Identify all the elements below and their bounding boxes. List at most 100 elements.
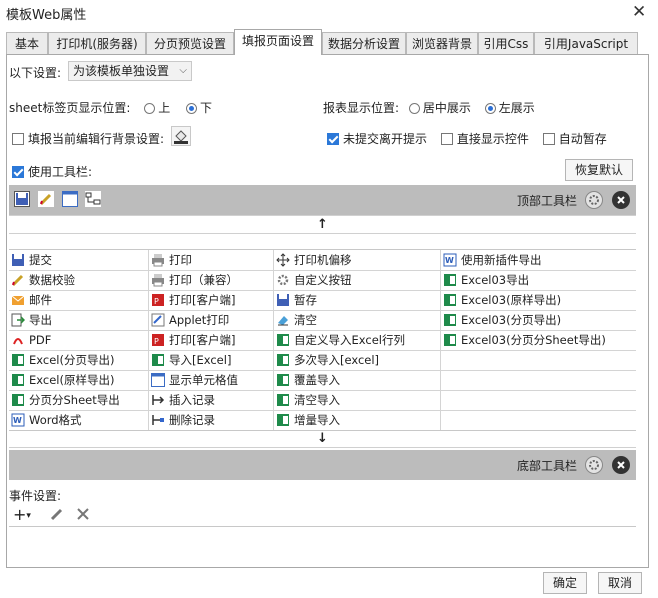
tab-javascript[interactable]: 引用JavaScript [534,32,638,54]
toolbar-button-option[interactable]: W 使用新插件导出 [443,250,542,270]
excel-icon [277,374,289,386]
toolbar-button-option[interactable]: 删除记录 [151,410,215,430]
toolbar-button-label: 清空 [294,313,317,327]
toolbar-button-option[interactable]: 多次导入[excel] [276,350,379,370]
toolbar-button-option[interactable]: Excel03(原样导出) [443,290,561,310]
toolbar-button-option[interactable]: Excel(原样导出) [11,370,114,390]
show-control-checkbox[interactable] [440,133,453,145]
toolbar-button-option[interactable]: Excel03导出 [443,270,529,290]
tab-basic[interactable]: 基本 [6,32,48,54]
radio-sheet-top[interactable]: 上 [144,101,170,115]
fill-bg-row: 填报当前编辑行背景设置: [12,130,164,147]
toolbar-button-label: 插入记录 [169,393,215,407]
unsubmitted-row: 未提交离开提示 直接显示控件 自动暂存 [327,130,607,147]
pencil-icon [11,274,24,287]
toolbar-button-label: 显示单元格值 [169,373,238,387]
sheet-pos-label: sheet标签页显示位置: [9,101,131,115]
toolbar-button-option[interactable]: 导出 [11,310,52,330]
fill-bg-label: 填报当前编辑行背景设置: [28,132,165,146]
toolbar-button-label: Excel03导出 [461,273,530,287]
toolbar-button-option[interactable]: 邮件 [11,290,52,310]
edit-icon[interactable] [49,506,65,525]
gear-icon[interactable] [585,456,603,474]
toolbar-button-option[interactable]: W Word格式 [11,410,82,430]
toolbar-button-option[interactable]: 清空导入 [276,390,340,410]
add-icon[interactable]: +▾ [13,505,31,524]
events-list[interactable] [9,526,636,567]
applet-icon [151,313,165,327]
fill-bg-checkbox[interactable] [12,133,24,145]
gear-icon[interactable] [585,191,603,209]
unsubmitted-checkbox[interactable] [327,133,339,145]
delete-row-icon [152,415,164,425]
toolbar-button-option[interactable]: 增量导入 [276,410,340,430]
toolbar-button-option[interactable]: P 打印[客户端] [151,290,235,310]
move-down-arrow[interactable]: ↓ [9,430,636,448]
pencil-icon[interactable] [37,191,54,207]
tab-bar: 基本 打印机(服务器) 分页预览设置 填报页面设置 数据分析设置 浏览器背景 引… [6,29,650,55]
toolbar-button-label: PDF [29,333,52,347]
toolbar-button-option[interactable]: 清空 [276,310,317,330]
autosave-checkbox[interactable] [542,133,555,145]
toolbar-button-option[interactable]: 打印（兼容） [151,270,238,290]
top-toolbar-label: 顶部工具栏 [517,194,578,208]
close-icon[interactable]: ✕ [632,2,646,22]
tab-printer-server[interactable]: 打印机(服务器) [48,32,146,54]
toolbar-button-label: 数据校验 [29,273,75,287]
tab-data-analysis[interactable]: 数据分析设置 [322,32,406,54]
window-icon[interactable] [61,191,78,207]
excel-icon [277,334,289,346]
tab-css[interactable]: 引用Css [478,32,534,54]
paint-bucket-icon[interactable] [171,126,191,146]
available-buttons-grid: 提交数据校验邮件导出 PDF Excel(分页导出) Excel(原样导出) 分页分Sh… [9,249,636,431]
radio-report-center[interactable]: 居中展示 [408,101,471,115]
window-title: 模板Web属性 [6,8,87,23]
delete-icon[interactable] [75,506,91,525]
toolbar-button-option[interactable]: 打印机偏移 [276,250,352,270]
save-icon[interactable] [14,191,30,207]
excel-icon [277,354,289,366]
top-toolbar-band: 顶部工具栏 [9,185,636,215]
tree-icon[interactable] [85,191,102,207]
toolbar-button-option[interactable]: P 打印[客户端] [151,330,235,350]
tab-fill-page[interactable]: 填报页面设置 [234,29,322,55]
close-circle-icon[interactable] [612,191,630,209]
toolbar-button-option[interactable]: 覆盖导入 [276,370,340,390]
toolbar-button-label: 自定义按钮 [294,273,352,287]
toolbar-button-option[interactable]: Excel03(分页导出) [443,310,561,330]
toolbar-button-option[interactable]: 暂存 [276,290,317,310]
toolbar-button-label: Excel03(原样导出) [461,293,562,307]
scope-select[interactable]: 为该模板单独设置 ⌵ [68,61,192,81]
toolbar-button-label: 邮件 [29,293,52,307]
toolbar-button-option[interactable]: 打印 [151,250,192,270]
tab-page-preview[interactable]: 分页预览设置 [146,32,234,54]
eraser-icon [278,316,288,326]
toolbar-button-option[interactable]: 自定义导入Excel行列 [276,330,405,350]
toolbar-button-label: 清空导入 [294,393,340,407]
toolbar-button-option[interactable]: 导入[Excel] [151,350,231,370]
ok-button[interactable]: 确定 [543,572,587,594]
toolbar-button-option[interactable]: 插入记录 [151,390,215,410]
toolbar-button-option[interactable]: 提交 [11,250,52,270]
toolbar-button-label: 打印[客户端] [169,293,236,307]
toolbar-button-option[interactable]: 自定义按钮 [276,270,352,290]
cancel-button[interactable]: 取消 [598,572,642,594]
use-toolbar-checkbox[interactable] [12,166,24,178]
printer-icon [152,274,164,287]
tab-browser-bg[interactable]: 浏览器背景 [406,32,478,54]
toolbar-button-label: 使用新插件导出 [461,253,542,267]
toolbar-button-label: Excel03(分页导出) [461,313,562,327]
use-toolbar-row: 使用工具栏: [12,163,92,180]
toolbar-button-option[interactable]: Applet打印 [151,310,229,330]
radio-report-left[interactable]: 左展示 [484,101,535,115]
toolbar-button-option[interactable]: Excel03(分页分Sheet导出) [443,330,606,350]
toolbar-button-option[interactable]: 数据校验 [11,270,75,290]
close-circle-icon[interactable] [612,456,630,474]
toolbar-button-option[interactable]: PDF [11,330,51,350]
toolbar-button-option[interactable]: 显示单元格值 [151,370,238,390]
restore-default-button[interactable]: 恢复默认 [565,159,633,181]
toolbar-button-option[interactable]: Excel(分页导出) [11,350,114,370]
radio-sheet-bottom[interactable]: 下 [186,101,212,115]
toolbar-button-option[interactable]: 分页分Sheet导出 [11,390,120,410]
move-up-arrow[interactable]: ↑ [9,215,636,234]
